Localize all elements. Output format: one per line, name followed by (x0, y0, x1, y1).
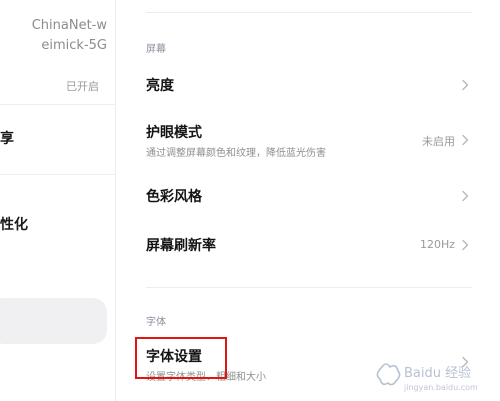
sidebar-item-display-selected[interactable] (0, 298, 107, 344)
sidebar-item-share-truncated[interactable]: 享 (0, 128, 14, 148)
setting-row-color-style[interactable]: 色彩风格 (116, 171, 500, 221)
setting-row-eye-care[interactable]: 护眼模式 通过调整屏幕颜色和纹理，降低蓝光伤害 未启用 (116, 116, 500, 166)
wifi-name-line1: ChinaNet-w (31, 18, 107, 33)
setting-title: 护眼模式 (146, 125, 202, 141)
svg-text:Baidu 经验: Baidu 经验 (404, 365, 471, 381)
wifi-network-name: ChinaNet-w eimick-5G (32, 16, 107, 56)
chevron-right-icon (462, 239, 469, 251)
left-divider (0, 104, 115, 105)
setting-row-brightness[interactable]: 亮度 (116, 60, 500, 110)
section-divider (146, 12, 472, 13)
chevron-right-icon (462, 134, 469, 146)
setting-value: 未启用 (422, 135, 455, 148)
setting-value: 120Hz (419, 238, 455, 251)
chevron-right-icon (462, 190, 469, 202)
chevron-right-icon (462, 79, 469, 91)
left-divider (0, 174, 115, 175)
setting-row-refresh-rate[interactable]: 屏幕刷新率 120Hz (116, 220, 500, 270)
section-label-font: 字体 (146, 317, 166, 328)
baidu-watermark: Baidu 经验 jingyan.baidu.com (372, 357, 492, 399)
section-label-display: 屏幕 (146, 44, 166, 55)
svg-text:jingyan.baidu.com: jingyan.baidu.com (403, 383, 478, 392)
setting-title: 亮度 (146, 78, 174, 94)
section-divider (146, 287, 472, 288)
wifi-status: 已开启 (66, 80, 99, 93)
left-panel: ChinaNet-w eimick-5G 已开启 享 性化 (0, 0, 115, 401)
highlight-annotation-box (135, 337, 227, 379)
sidebar-item-personalize-truncated[interactable]: 性化 (0, 214, 28, 234)
wifi-name-line2: eimick-5G (41, 38, 107, 53)
setting-title: 屏幕刷新率 (146, 238, 216, 254)
baidu-logo-icon: Baidu 经验 jingyan.baidu.com (376, 363, 478, 392)
setting-title: 色彩风格 (146, 189, 202, 205)
setting-subtitle: 通过调整屏幕颜色和纹理，降低蓝光伤害 (146, 148, 326, 159)
